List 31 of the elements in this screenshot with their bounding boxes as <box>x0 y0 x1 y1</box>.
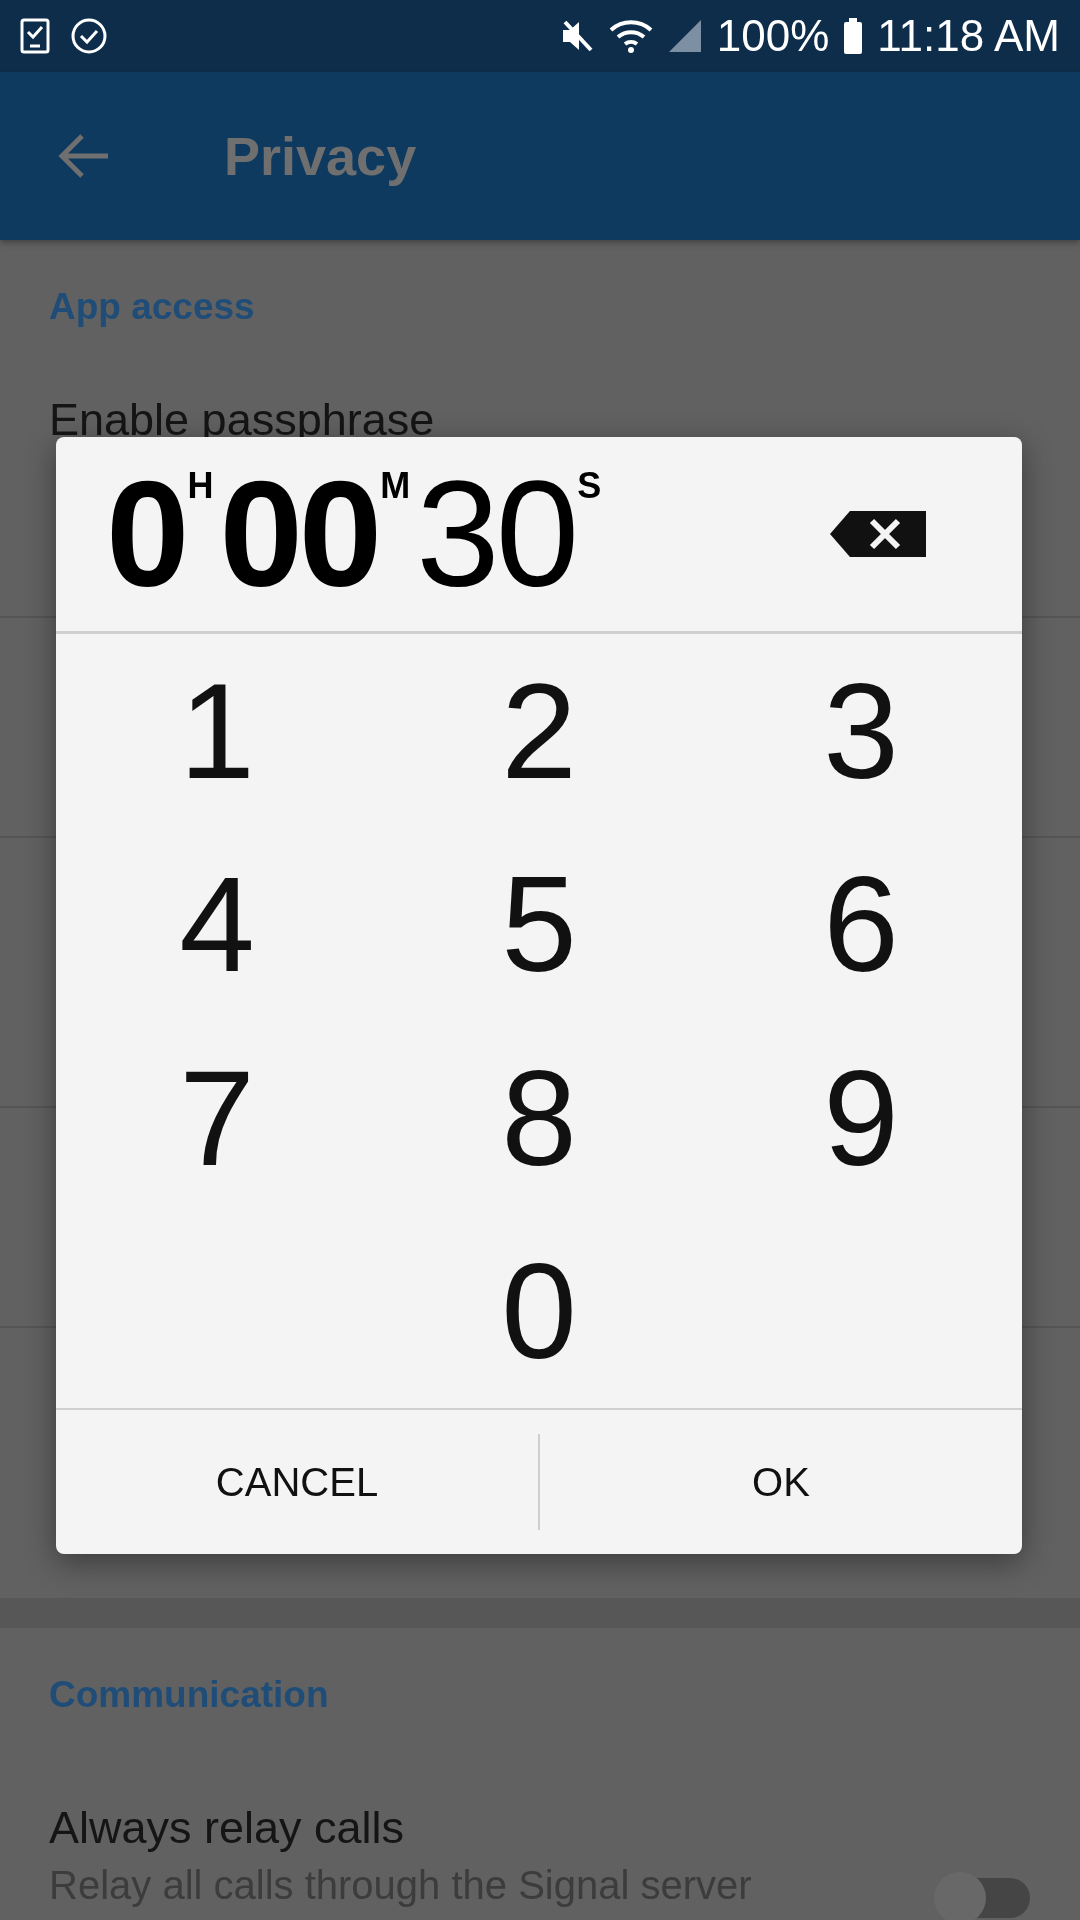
section-heading: Communication <box>49 1674 330 1717</box>
clock: 11:18 AM <box>877 11 1060 61</box>
keypad-key[interactable]: 8 <box>378 1021 700 1215</box>
keypad-key[interactable]: 9 <box>700 1021 1022 1215</box>
time-unit-label: S <box>577 465 602 507</box>
battery-icon <box>843 18 864 54</box>
clipboard-check-icon <box>20 18 50 54</box>
keypad-key[interactable]: 1 <box>56 634 378 828</box>
screen-title: Privacy <box>224 125 417 187</box>
keypad-key[interactable]: 6 <box>700 827 1022 1021</box>
keypad-key[interactable]: 0 <box>378 1214 700 1408</box>
time-digits: 00 <box>219 459 379 609</box>
setting-title: Always relay calls <box>49 1801 406 1855</box>
time-unit-label: M <box>380 465 411 507</box>
dialog-button[interactable]: OK <box>540 1410 1022 1554</box>
time-digits: 0 <box>106 459 186 609</box>
keypad-key[interactable]: 3 <box>700 634 1022 828</box>
section-heading: App access <box>49 286 256 329</box>
setting-title: Enable passphrase <box>49 393 435 447</box>
keypad-key[interactable]: 2 <box>378 634 700 828</box>
keypad-key[interactable]: 7 <box>56 1021 378 1215</box>
backspace-icon[interactable] <box>830 511 926 557</box>
dialog-button[interactable]: CANCEL <box>56 1410 538 1554</box>
wifi-icon <box>608 18 653 54</box>
time-digits: 30 <box>416 459 576 609</box>
time-unit-label: H <box>187 465 214 507</box>
check-circle-icon <box>70 17 108 55</box>
keypad-key[interactable]: 5 <box>378 827 700 1021</box>
keypad-key[interactable]: 4 <box>56 827 378 1021</box>
battery-percent: 100% <box>716 11 830 61</box>
back-icon[interactable] <box>58 133 110 179</box>
